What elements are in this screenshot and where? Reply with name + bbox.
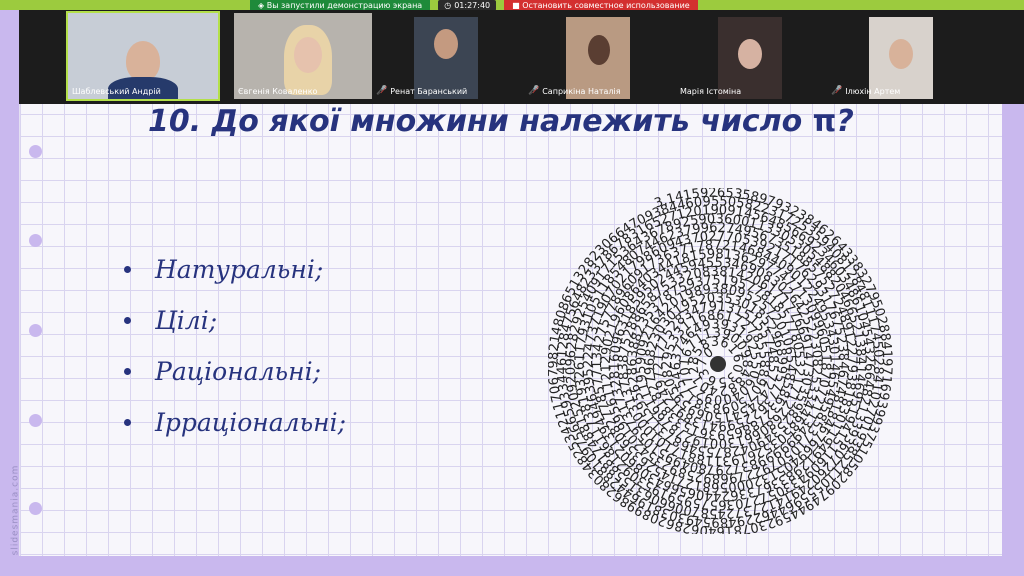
option-rational: Раціональні; [155,357,322,386]
participant-tile[interactable]: Марія Істоміна [676,13,826,99]
pi-digits-spiral: 3,14159265358979323846264338327950288419… [548,188,894,534]
clock-icon: ◷ [444,1,452,10]
participant-face [588,35,610,65]
mic-off-icon: 🎤̸ [831,86,843,96]
title-question-mark: ? [836,104,854,139]
participants-strip: Шаблевський Андрій Євгенія Коваленко 🎤̸ Р… [19,10,1024,104]
participant-tile[interactable]: 🎤̸ Ренат Баранський [372,13,522,99]
binder-hole [29,234,42,247]
option-integer: Цілі; [155,306,218,335]
answer-option: Цілі; [124,295,346,346]
binder-hole [29,145,42,158]
participant-name: Шаблевський Андрій [72,87,161,96]
binder-hole [29,324,42,337]
share-status-text: Вы запустили демонстрацию экрана [266,1,423,10]
shield-icon: ◈ [258,1,267,10]
stop-share-label: Остановить совместное использование [522,1,690,10]
participant-face [434,29,458,59]
participant-face [126,41,160,81]
answer-option: Раціональні; [124,346,346,397]
participant-name: 🎤̸ Саприкіна Наталія [528,86,621,96]
timer-text: 01:27:40 [454,1,491,10]
option-natural: Натуральні; [155,255,324,284]
bullet-icon [124,317,131,324]
answer-options: Натуральні; Цілі; Раціональні; Ірраціона… [124,244,346,448]
bullet-icon [124,419,131,426]
bullet-icon [124,368,131,375]
participant-tile[interactable]: 🎤̸ Ілюхін Артем [827,13,977,99]
participant-tile[interactable]: Шаблевський Андрій [66,11,220,101]
stop-icon: ■ [512,1,523,10]
bottom-margin [0,556,1024,576]
binder-hole [29,414,42,427]
answer-option: Натуральні; [124,244,346,295]
bullet-icon [124,266,131,273]
title-text: 10. До якої множини належить число [148,104,803,139]
participant-name: Марія Істоміна [680,87,742,96]
participant-face [738,39,762,69]
watermark: slidesmania.com [10,464,21,556]
participant-name: Євгенія Коваленко [238,87,318,96]
pi-symbol: π [812,104,837,139]
participant-name: 🎤̸ Ренат Баранський [376,86,468,96]
option-irrational: Ірраціональні; [155,408,347,437]
participant-face [889,39,913,69]
binder-hole [29,502,42,515]
answer-option: Ірраціональні; [124,397,346,448]
mic-off-icon: 🎤̸ [528,86,540,96]
right-margin [1002,26,1024,556]
participant-face [294,37,322,73]
participant-tile[interactable]: 🎤̸ Саприкіна Наталія [524,13,674,99]
slide-title: 10. До якої множини належить число π? [148,104,854,139]
participant-name: 🎤̸ Ілюхін Артем [831,86,901,96]
participant-tile[interactable]: Євгенія Коваленко [234,13,384,99]
mic-off-icon: 🎤̸ [376,86,388,96]
